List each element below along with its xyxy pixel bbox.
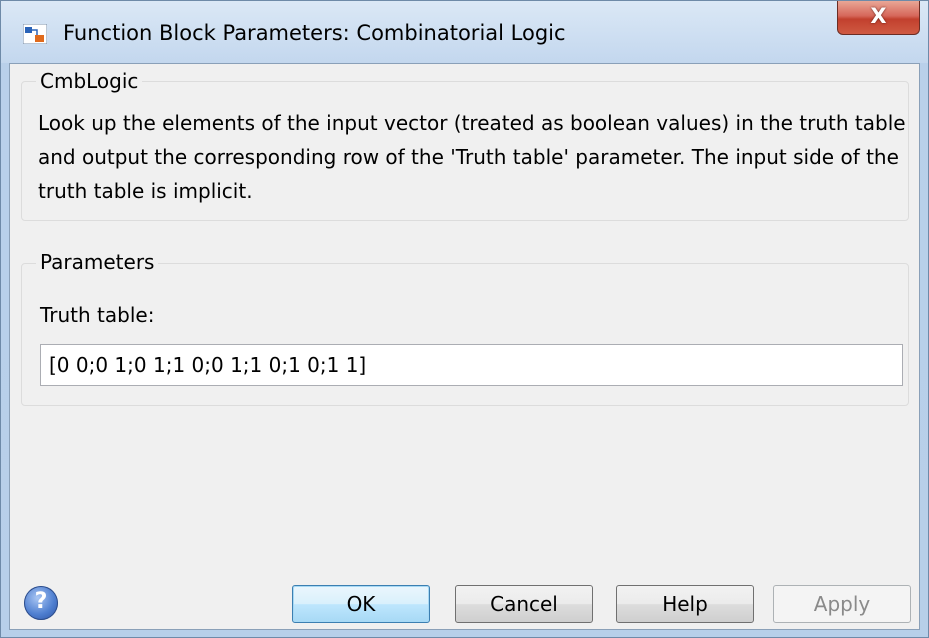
block-description: Look up the elements of the input vector… xyxy=(38,111,906,203)
question-mark-glyph: ? xyxy=(34,589,48,614)
dialog-client-area: CmbLogic Look up the elements of the inp… xyxy=(9,63,920,630)
apply-button[interactable]: Apply xyxy=(773,585,911,623)
parameters-group-legend: Parameters xyxy=(36,250,159,274)
cancel-button[interactable]: Cancel xyxy=(455,585,593,623)
window-title: Function Block Parameters: Combinatorial… xyxy=(63,21,566,45)
title-bar[interactable]: Function Block Parameters: Combinatorial… xyxy=(1,1,928,63)
ok-button[interactable]: OK xyxy=(292,585,430,623)
simulink-block-icon xyxy=(23,24,47,44)
description-group-legend: CmbLogic xyxy=(36,69,143,93)
truth-table-label: Truth table: xyxy=(40,303,155,327)
question-mark-icon[interactable]: ? xyxy=(24,586,58,620)
close-button[interactable]: X xyxy=(837,1,920,35)
dialog-window: Function Block Parameters: Combinatorial… xyxy=(0,0,929,638)
truth-table-input[interactable] xyxy=(40,344,903,386)
close-icon: X xyxy=(870,4,887,28)
help-button[interactable]: Help xyxy=(616,585,754,623)
